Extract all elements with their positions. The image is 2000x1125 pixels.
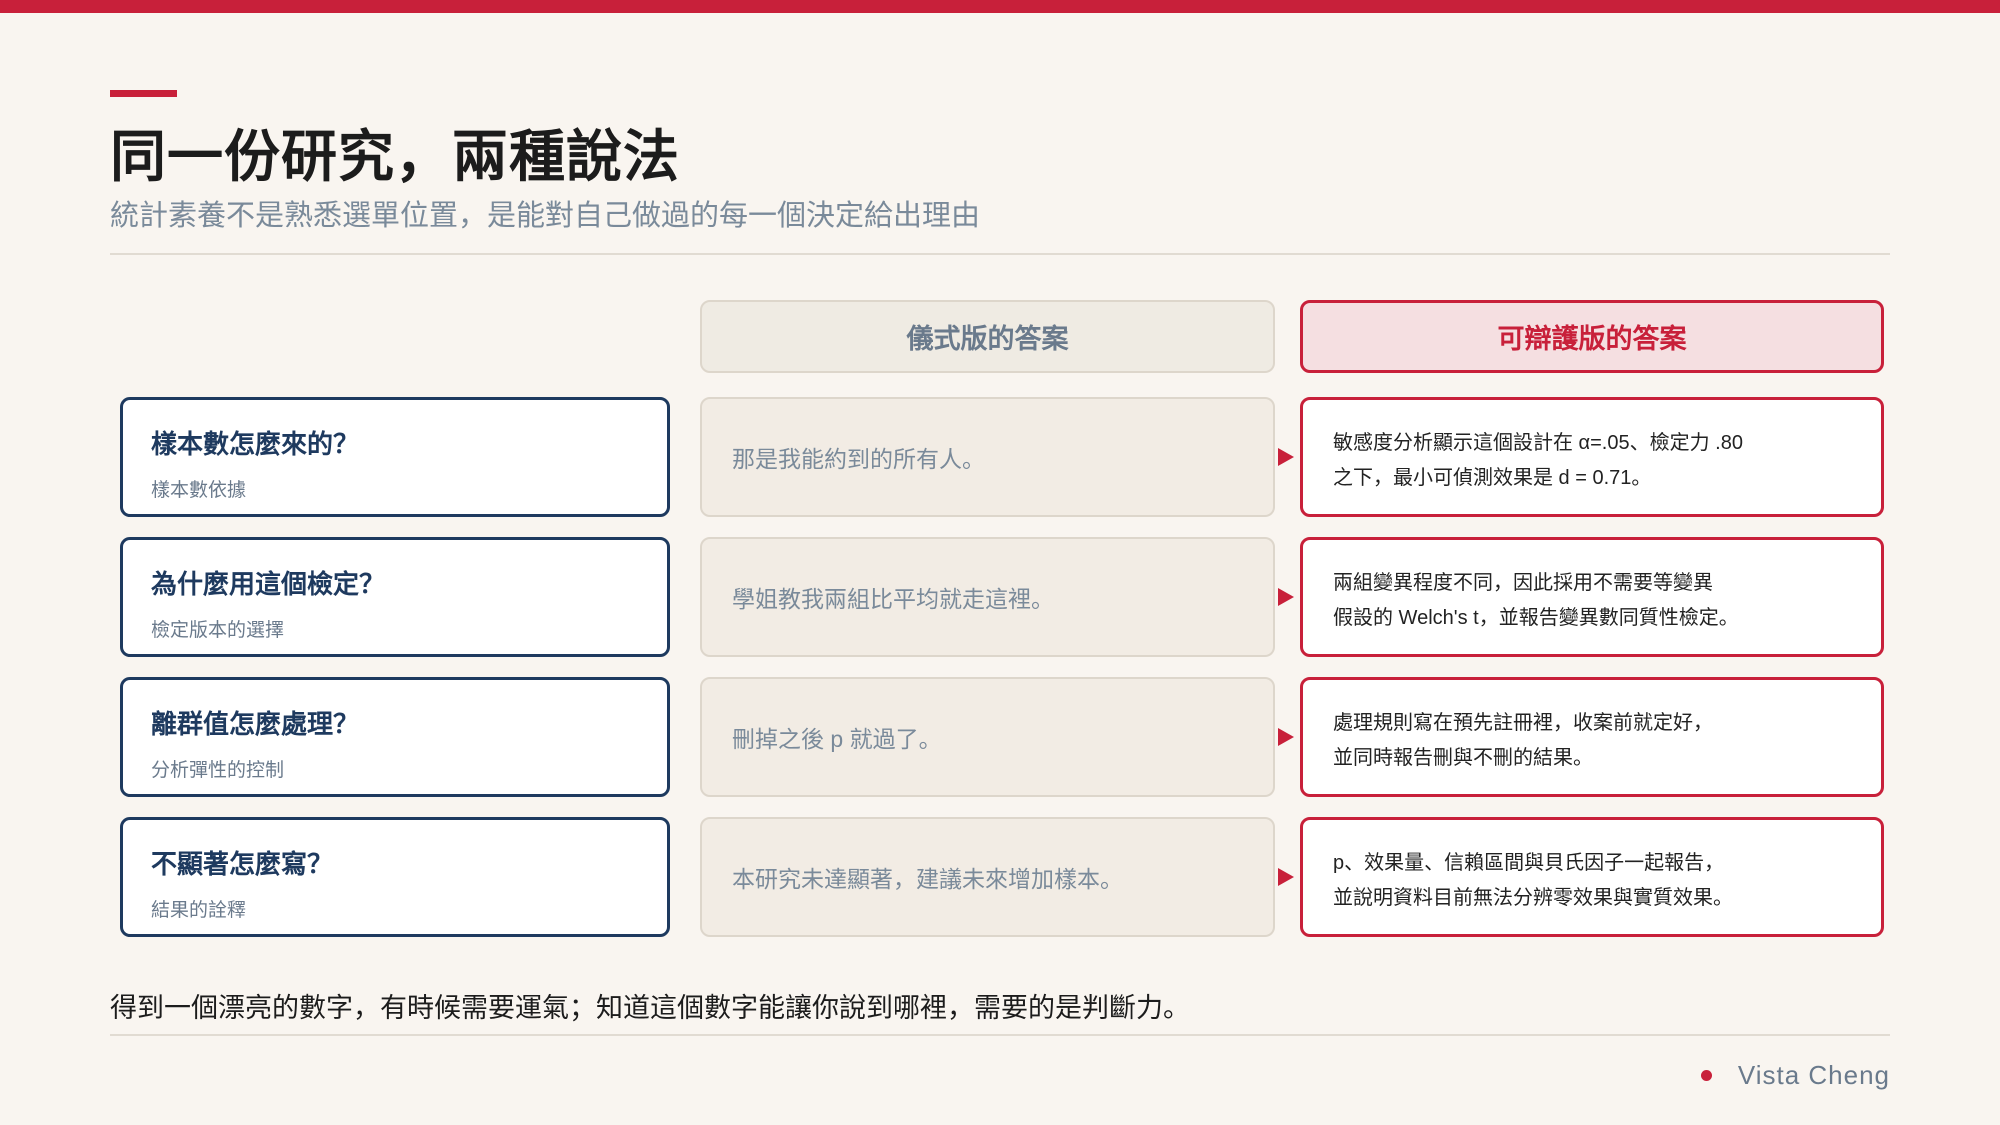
ritual-column-header: 儀式版的答案: [700, 300, 1275, 373]
arrow-icon: [1278, 728, 1294, 746]
footer-divider: [110, 1034, 1890, 1036]
defensible-answer: 兩組變異程度不同，因此採用不需要等變異 假設的 Welch's t，並報告變異數…: [1300, 537, 1884, 657]
author-name: Vista Cheng: [1737, 1060, 1890, 1090]
question-card: 為什麼用這個檢定？ 檢定版本的選擇: [120, 537, 670, 657]
comparison-row: 樣本數怎麼來的？ 樣本數依據 那是我能約到的所有人。 敏感度分析顯示這個設計在 …: [0, 397, 2000, 517]
defensible-answer-line: 之下，最小可偵測效果是 d = 0.71。: [1333, 467, 1652, 489]
comparison-row: 離群值怎麼處理？ 分析彈性的控制 刪掉之後 p 就過了。 處理規則寫在預先註冊裡…: [0, 677, 2000, 797]
arrow-icon: [1278, 588, 1294, 606]
ritual-answer: 刪掉之後 p 就過了。: [700, 677, 1275, 797]
question-card: 離群值怎麼處理？ 分析彈性的控制: [120, 677, 670, 797]
ritual-answer: 那是我能約到的所有人。: [700, 397, 1275, 517]
ritual-answer: 學姐教我兩組比平均就走這裡。: [700, 537, 1275, 657]
question-title: 不顯著怎麼寫？: [151, 849, 334, 879]
slide-title: 同一份研究，兩種說法: [110, 125, 680, 188]
defensible-answer-line: 假設的 Welch's t，並報告變異數同質性檢定。: [1333, 607, 1739, 629]
title-accent-line: [110, 90, 177, 97]
bullet-dot-icon: [1700, 1070, 1712, 1081]
author-credit: Vista Cheng: [1700, 1060, 1890, 1091]
question-title: 為什麼用這個檢定？: [151, 569, 386, 599]
question-title: 樣本數怎麼來的？: [151, 429, 360, 459]
defensible-column-header: 可辯護版的答案: [1300, 300, 1884, 373]
defensible-answer-line: 敏感度分析顯示這個設計在 α=.05、檢定力 .80: [1333, 432, 1743, 454]
question-card: 樣本數怎麼來的？ 樣本數依據: [120, 397, 670, 517]
defensible-answer-line: 並同時報告刪與不刪的結果。: [1333, 747, 1593, 769]
defensible-answer-line: 兩組變異程度不同，因此採用不需要等變異: [1333, 572, 1713, 594]
defensible-answer-line: p、效果量、信賴區間與貝氏因子一起報告，: [1333, 852, 1725, 874]
defensible-answer: p、效果量、信賴區間與貝氏因子一起報告， 並說明資料目前無法分辨零效果與實質效果…: [1300, 817, 1884, 937]
conclusion-text: 得到一個漂亮的數字，有時候需要運氣；知道這個數字能讓你說到哪裡，需要的是判斷力。: [110, 993, 1190, 1023]
comparison-row: 為什麼用這個檢定？ 檢定版本的選擇 學姐教我兩組比平均就走這裡。 兩組變異程度不…: [0, 537, 2000, 657]
defensible-answer-line: 並說明資料目前無法分辨零效果與實質效果。: [1333, 887, 1733, 909]
comparison-row: 不顯著怎麼寫？ 結果的詮釋 本研究未達顯著，建議未來增加樣本。 p、效果量、信賴…: [0, 817, 2000, 937]
defensible-answer: 敏感度分析顯示這個設計在 α=.05、檢定力 .80 之下，最小可偵測效果是 d…: [1300, 397, 1884, 517]
question-title: 離群值怎麼處理？: [151, 709, 360, 739]
question-card: 不顯著怎麼寫？ 結果的詮釋: [120, 817, 670, 937]
question-topic: 檢定版本的選擇: [151, 620, 285, 641]
question-topic: 結果的詮釋: [151, 900, 247, 921]
top-accent-bar: [0, 0, 2000, 13]
ritual-answer: 本研究未達顯著，建議未來增加樣本。: [700, 817, 1275, 937]
slide-subtitle: 統計素養不是熟悉選單位置，是能對自己做過的每一個決定給出理由: [110, 200, 981, 232]
question-topic: 分析彈性的控制: [151, 760, 285, 781]
arrow-icon: [1278, 868, 1294, 886]
header-divider: [110, 253, 1890, 255]
question-topic: 樣本數依據: [151, 480, 247, 501]
defensible-answer-line: 處理規則寫在預先註冊裡，收案前就定好，: [1333, 712, 1713, 734]
arrow-icon: [1278, 448, 1294, 466]
defensible-answer: 處理規則寫在預先註冊裡，收案前就定好， 並同時報告刪與不刪的結果。: [1300, 677, 1884, 797]
